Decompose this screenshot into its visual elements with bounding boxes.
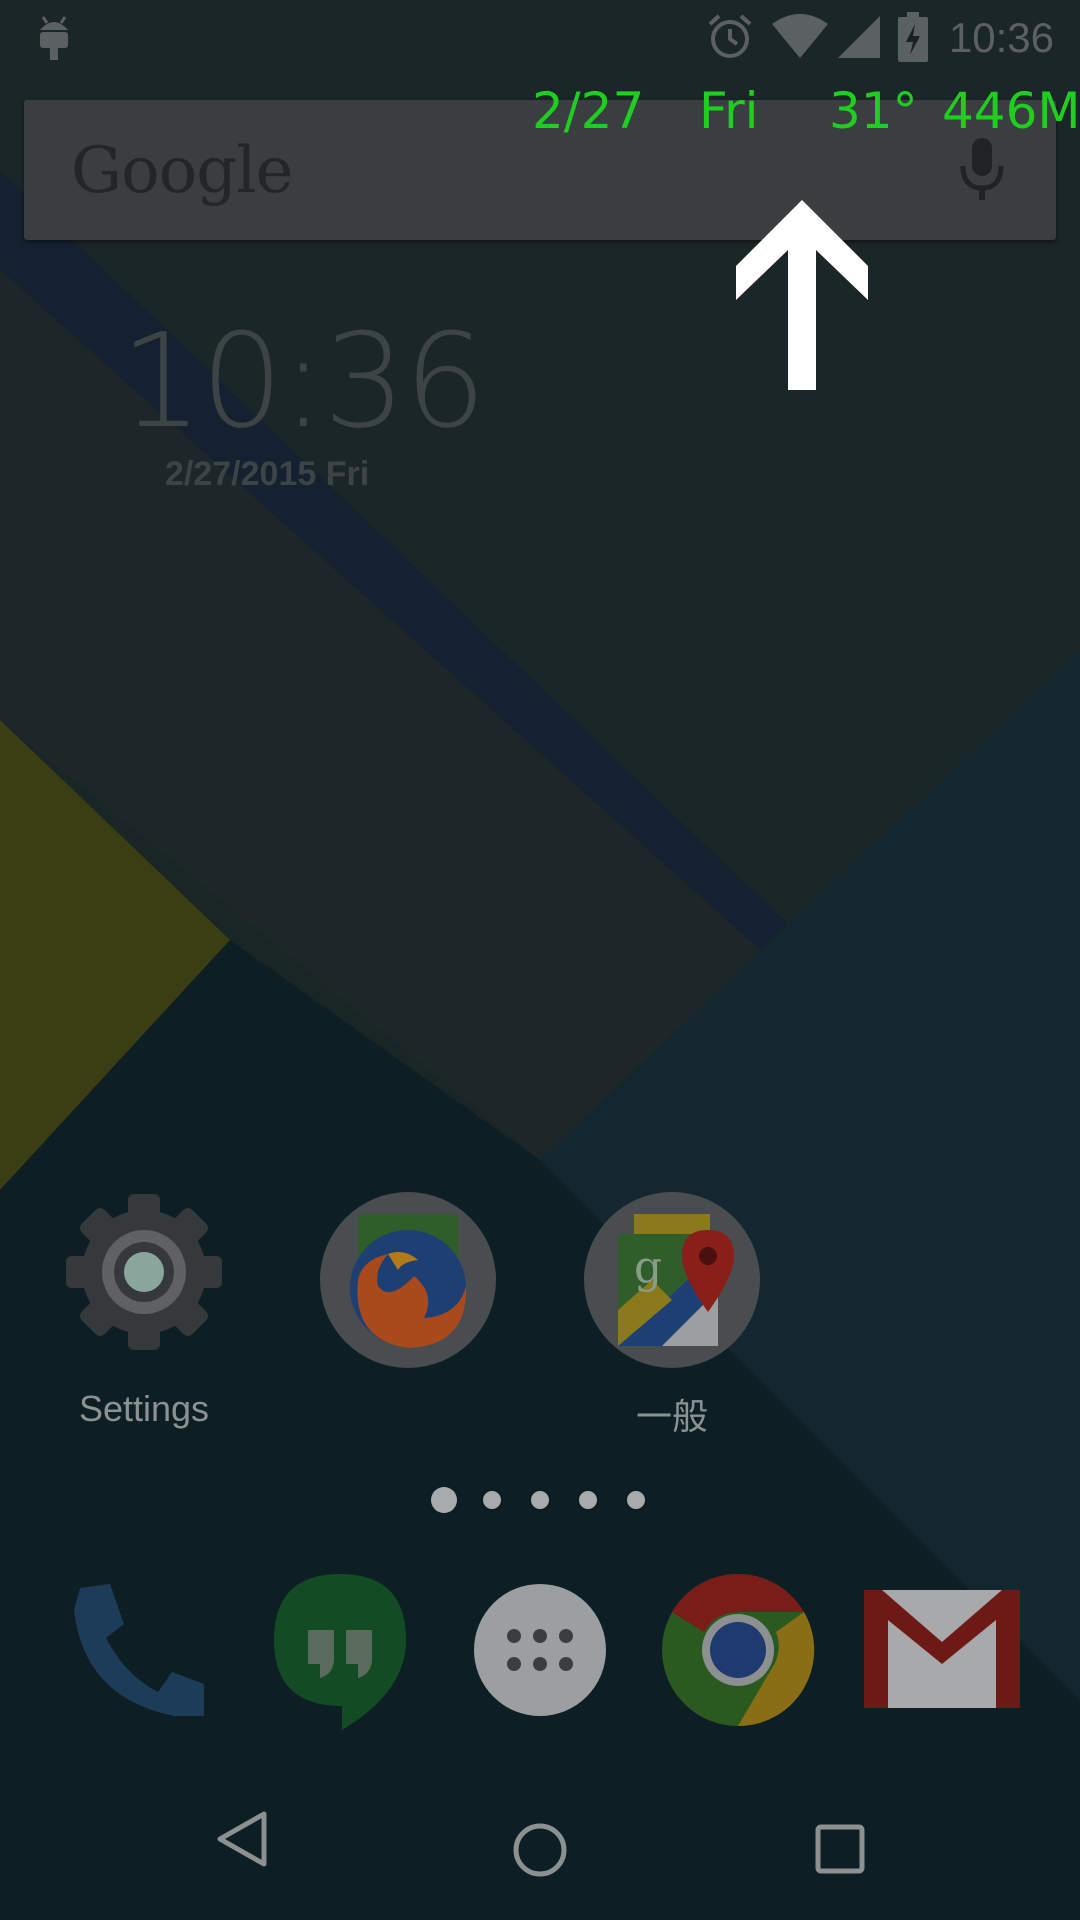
app-drawer-icon[interactable] <box>474 1584 606 1721</box>
google-logo: Google <box>71 134 293 208</box>
overlay-temperature: 31° <box>829 82 918 140</box>
arrow-up-icon <box>736 200 868 395</box>
page-dot <box>579 1491 597 1509</box>
android-icon <box>34 12 74 65</box>
chrome-icon[interactable] <box>660 1572 816 1733</box>
recents-icon[interactable] <box>815 1824 865 1879</box>
firefox-app[interactable] <box>308 1190 508 1370</box>
page-dot-active <box>431 1487 457 1513</box>
mic-icon[interactable] <box>960 138 1004 207</box>
firefox-icon <box>318 1190 498 1375</box>
back-icon[interactable] <box>216 1810 268 1873</box>
clock-widget-date: 2/27/2015 Fri <box>165 455 370 493</box>
settings-app[interactable]: Settings <box>44 1190 244 1440</box>
overlay-day: Fri <box>699 82 759 140</box>
wifi-icon <box>772 12 828 65</box>
maps-folder[interactable]: g 一般 <box>572 1190 772 1440</box>
app-label-settings: Settings <box>78 1388 210 1429</box>
hangouts-icon[interactable] <box>272 1572 408 1737</box>
status-bar[interactable]: 10:36 <box>0 0 1080 75</box>
home-icon[interactable] <box>512 1822 568 1883</box>
app-label-folder: 一般 <box>635 1396 708 1437</box>
clock-widget-time[interactable]: 10:36 <box>120 305 487 457</box>
svg-text:g: g <box>634 1242 662 1293</box>
overlay-memory: 446M <box>942 82 1080 140</box>
gmail-icon[interactable] <box>864 1590 1020 1715</box>
signal-icon <box>834 12 880 65</box>
alarm-icon <box>706 12 754 65</box>
page-dot <box>483 1491 501 1509</box>
overlay-date: 2/27 <box>532 82 645 140</box>
status-time: 10:36 <box>948 14 1054 61</box>
page-dot <box>531 1491 549 1509</box>
settings-icon <box>62 1190 226 1359</box>
maps-folder-icon: g <box>582 1190 762 1375</box>
battery-charging-icon <box>898 12 928 67</box>
page-dot <box>627 1491 645 1509</box>
phone-icon[interactable] <box>70 1580 210 1725</box>
